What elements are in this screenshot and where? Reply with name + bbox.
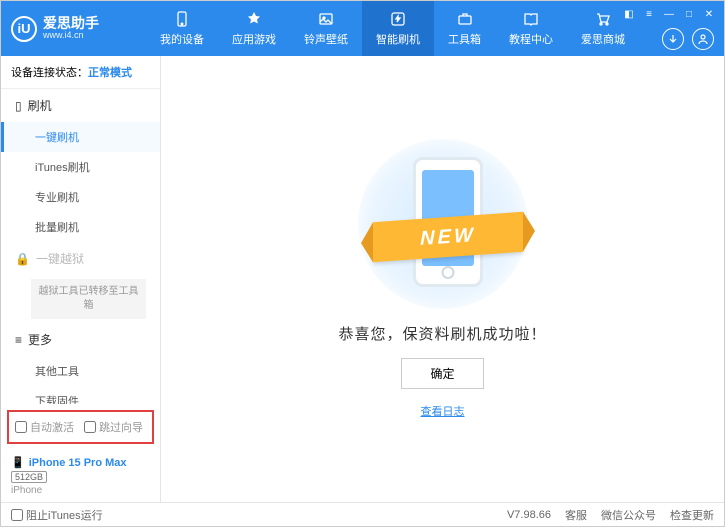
menu-section-jailbreak: 🔒一键越狱 xyxy=(1,242,160,275)
footer-wechat-link[interactable]: 微信公众号 xyxy=(601,507,656,523)
menu-pro-flash[interactable]: 专业刷机 xyxy=(1,182,160,212)
block-itunes-checkbox[interactable]: 阻止iTunes运行 xyxy=(11,507,103,523)
image-icon xyxy=(317,10,335,28)
cart-icon xyxy=(594,10,612,28)
minimize-icon[interactable]: — xyxy=(662,7,676,21)
menu-itunes-flash[interactable]: iTunes刷机 xyxy=(1,152,160,182)
sidebar: 设备连接状态：正常模式 ▯刷机 一键刷机 iTunes刷机 专业刷机 批量刷机 … xyxy=(1,56,161,502)
storage-badge: 512GB xyxy=(11,471,47,483)
logo-icon: iU xyxy=(11,16,37,42)
version-label: V7.98.66 xyxy=(507,509,551,521)
flash-icon xyxy=(389,10,407,28)
auto-activate-checkbox[interactable]: 自动激活 xyxy=(15,419,74,435)
book-icon xyxy=(522,10,540,28)
jailbreak-moved-note: 越狱工具已转移至工具箱 xyxy=(31,279,146,319)
nav-smart-flash[interactable]: 智能刷机 xyxy=(362,1,434,56)
phone-small-icon: 📱 xyxy=(11,456,25,469)
app-icon xyxy=(245,10,263,28)
brand-logo: iU 爱思助手 www.i4.cn xyxy=(11,16,146,42)
ok-button[interactable]: 确定 xyxy=(401,358,483,389)
phone-icon xyxy=(173,10,191,28)
view-log-link[interactable]: 查看日志 xyxy=(421,403,465,419)
main-content: NEW 恭喜您，保资料刷机成功啦！ 确定 查看日志 xyxy=(161,56,724,502)
toolbox-icon xyxy=(456,10,474,28)
nav-apps-games[interactable]: 应用游戏 xyxy=(218,1,290,56)
nav-toolbox[interactable]: 工具箱 xyxy=(434,1,495,56)
footer-support-link[interactable]: 客服 xyxy=(565,507,587,523)
user-button[interactable] xyxy=(692,28,714,50)
menu-batch-flash[interactable]: 批量刷机 xyxy=(1,212,160,242)
options-highlighted-box: 自动激活 跳过向导 xyxy=(7,410,154,444)
footer-update-link[interactable]: 检查更新 xyxy=(670,507,714,523)
maximize-icon[interactable]: □ xyxy=(682,7,696,21)
download-button[interactable] xyxy=(662,28,684,50)
nav-my-device[interactable]: 我的设备 xyxy=(146,1,218,56)
brand-subtitle: www.i4.cn xyxy=(43,31,99,41)
footer: 阻止iTunes运行 V7.98.66 客服 微信公众号 检查更新 xyxy=(1,502,724,526)
close-icon[interactable]: ✕ xyxy=(702,7,716,21)
top-nav: 我的设备 应用游戏 铃声壁纸 智能刷机 工具箱 教程中心 爱思商城 xyxy=(146,1,639,56)
device-type: iPhone xyxy=(11,485,150,496)
skip-guide-checkbox[interactable]: 跳过向导 xyxy=(84,419,143,435)
nav-tutorials[interactable]: 教程中心 xyxy=(495,1,567,56)
success-message: 恭喜您，保资料刷机成功啦！ xyxy=(338,323,546,344)
nav-ringtone-wallpaper[interactable]: 铃声壁纸 xyxy=(290,1,362,56)
menu-one-click-flash[interactable]: 一键刷机 xyxy=(1,122,160,152)
device-icon: ▯ xyxy=(15,99,22,113)
menu-icon[interactable]: ≡ xyxy=(642,7,656,21)
list-icon: ≡ xyxy=(15,333,22,347)
menu-other-tools[interactable]: 其他工具 xyxy=(1,356,160,386)
menu-section-more[interactable]: ≡更多 xyxy=(1,323,160,356)
menu-section-flash[interactable]: ▯刷机 xyxy=(1,89,160,122)
brand-title: 爱思助手 xyxy=(43,16,99,31)
success-illustration: NEW xyxy=(353,139,533,309)
device-info: 📱iPhone 15 Pro Max 512GB iPhone xyxy=(1,450,160,502)
connection-status: 设备连接状态：正常模式 xyxy=(1,56,160,89)
lock-icon: 🔒 xyxy=(15,252,30,266)
menu-download-firmware[interactable]: 下载固件 xyxy=(1,386,160,404)
skin-icon[interactable]: ◧ xyxy=(622,7,636,21)
